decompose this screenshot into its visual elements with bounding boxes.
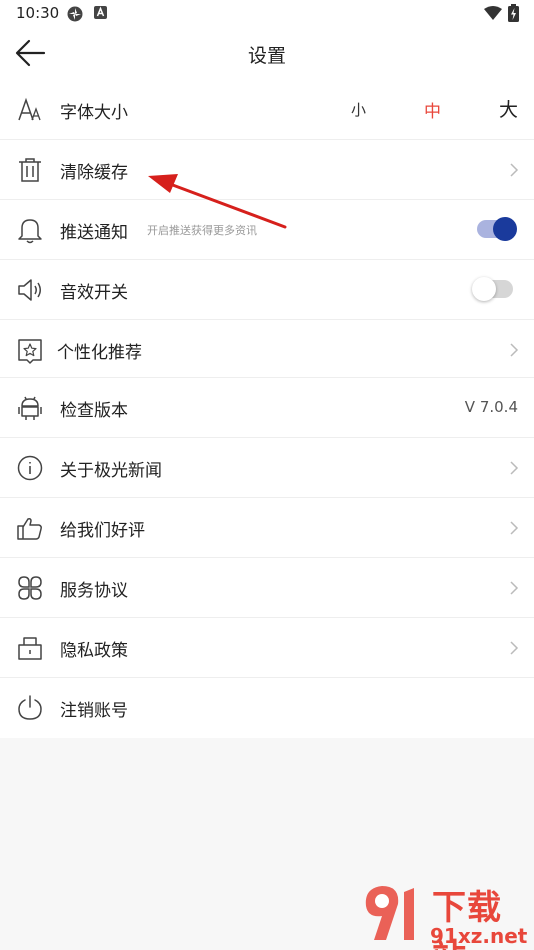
toggle-knob xyxy=(493,217,517,241)
rate-us-label: 给我们好评 xyxy=(60,521,145,541)
chevron-right-icon xyxy=(510,461,519,475)
wifi-icon xyxy=(484,6,502,20)
watermark-logo xyxy=(365,886,414,940)
trash-icon xyxy=(19,158,41,182)
status-time: 10:30 xyxy=(16,4,60,22)
speaker-icon xyxy=(18,279,41,301)
chevron-right-icon xyxy=(510,163,519,177)
chevron-right-icon xyxy=(510,343,519,357)
row-privacy-policy[interactable]: 隐私政策 xyxy=(0,618,534,678)
settings-list: 字体大小 小 中 大 清除缓存 推送通知 开启推送获得更多资讯 音效开关 个性化… xyxy=(0,80,534,738)
thumbs-up-icon xyxy=(17,518,42,540)
row-font-size: 字体大小 小 中 大 xyxy=(0,80,534,140)
row-logout-account[interactable]: 注销账号 xyxy=(0,678,534,738)
about-label: 关于极光新闻 xyxy=(60,461,162,481)
font-size-large[interactable]: 大 xyxy=(499,95,518,122)
watermark: 下载站 91xz.net xyxy=(360,880,530,950)
row-check-version[interactable]: 检查版本 V 7.0.4 xyxy=(0,378,534,438)
info-icon xyxy=(17,455,43,481)
row-about[interactable]: 关于极光新闻 xyxy=(0,438,534,498)
page-title: 设置 xyxy=(247,45,286,67)
chevron-right-icon xyxy=(510,521,519,535)
check-version-label: 检查版本 xyxy=(60,401,128,421)
push-notification-subtitle: 开启推送获得更多资讯 xyxy=(147,224,257,237)
font-size-small[interactable]: 小 xyxy=(351,99,366,120)
row-clear-cache[interactable]: 清除缓存 xyxy=(0,140,534,200)
font-size-icon xyxy=(18,97,41,121)
android-icon xyxy=(18,396,42,420)
row-rate-us[interactable]: 给我们好评 xyxy=(0,498,534,558)
status-bar: 10:30 xyxy=(0,0,534,28)
battery-icon xyxy=(508,4,519,22)
sound-label: 音效开关 xyxy=(60,283,128,303)
power-icon xyxy=(18,695,42,720)
row-service-agreement[interactable]: 服务协议 xyxy=(0,558,534,618)
chevron-right-icon xyxy=(510,641,519,655)
push-notification-toggle[interactable] xyxy=(477,217,517,241)
sound-toggle[interactable] xyxy=(472,277,513,301)
privacy-box-icon xyxy=(18,637,42,660)
bell-icon xyxy=(18,219,42,244)
clear-cache-label: 清除缓存 xyxy=(60,163,128,183)
logout-account-label: 注销账号 xyxy=(60,701,128,721)
privacy-policy-label: 隐私政策 xyxy=(60,641,128,661)
sync-icon xyxy=(67,6,83,22)
row-personalized[interactable]: 个性化推荐 xyxy=(0,320,534,378)
font-size-medium[interactable]: 中 xyxy=(424,97,441,122)
service-agreement-label: 服务协议 xyxy=(60,581,128,601)
version-value: V 7.0.4 xyxy=(464,398,518,416)
app-bar: 设置 xyxy=(0,28,534,80)
row-push-notification: 推送通知 开启推送获得更多资讯 xyxy=(0,200,534,260)
clover-icon xyxy=(18,576,42,600)
toggle-knob xyxy=(472,277,496,301)
star-badge-icon xyxy=(18,339,42,364)
personalized-label: 个性化推荐 xyxy=(57,343,142,363)
row-sound: 音效开关 xyxy=(0,260,534,320)
watermark-domain: 91xz.net xyxy=(430,924,528,948)
font-size-label: 字体大小 xyxy=(60,103,128,123)
push-notification-label: 推送通知 xyxy=(60,223,128,243)
notification-a-icon xyxy=(94,6,107,19)
chevron-right-icon xyxy=(510,581,519,595)
